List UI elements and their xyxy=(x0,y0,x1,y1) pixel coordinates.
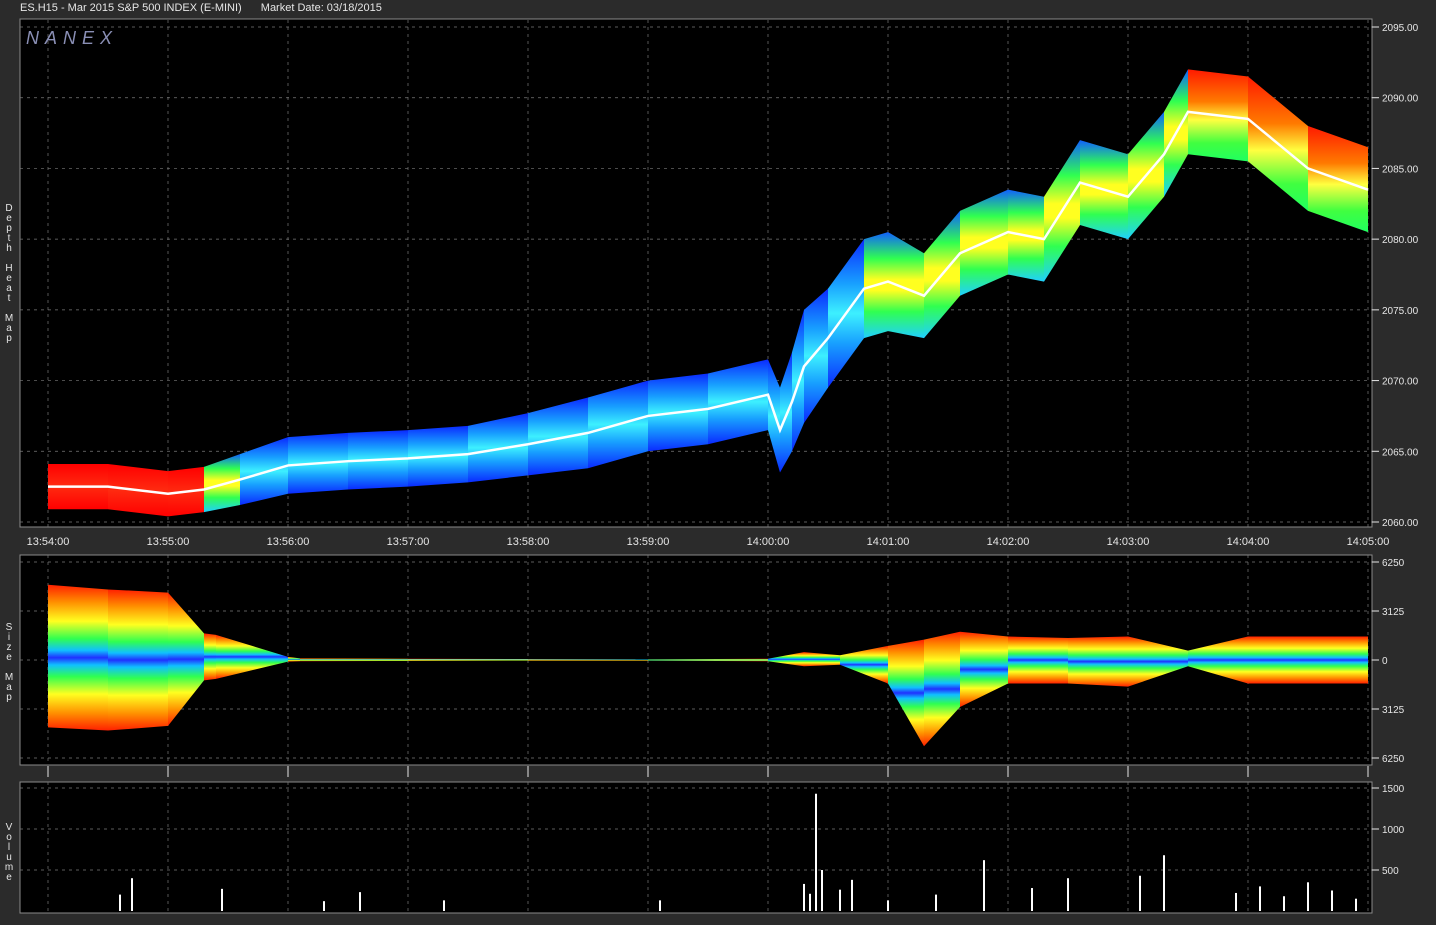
nanex-watermark: NANEX xyxy=(26,28,118,48)
volume-bar xyxy=(983,860,985,911)
volume-bar xyxy=(821,870,823,911)
volume-bar xyxy=(1067,878,1069,911)
size-band-segment xyxy=(1248,636,1308,684)
volume-bar xyxy=(1283,896,1285,911)
volume-bar xyxy=(131,878,133,911)
x-tick-label: 14:02:00 xyxy=(987,536,1030,548)
volume-bar xyxy=(1307,882,1309,911)
x-tick-label: 13:59:00 xyxy=(627,536,670,548)
volume-y-tick-label: 1000 xyxy=(1382,825,1405,836)
size-y-tick-label: 3125 xyxy=(1382,607,1405,618)
size-band-segment xyxy=(1008,636,1068,684)
volume-bar xyxy=(809,893,811,911)
size-band-segment xyxy=(108,589,168,731)
x-tick-label: 14:04:00 xyxy=(1227,536,1270,548)
volume-bar xyxy=(1259,886,1261,911)
size-y-tick-label: 3125 xyxy=(1382,705,1405,716)
volume-bar xyxy=(1163,855,1165,911)
size-band-segment xyxy=(48,584,108,731)
x-tick-label: 13:55:00 xyxy=(147,536,190,548)
size-y-tick-label: 0 xyxy=(1382,656,1388,667)
depth-y-tick-label: 2085.00 xyxy=(1382,164,1419,175)
volume-y-tick-label: 500 xyxy=(1382,866,1399,877)
size-band-segment xyxy=(1308,636,1368,684)
volume-bar xyxy=(935,894,937,911)
volume-bar xyxy=(851,879,853,911)
volume-bar xyxy=(443,900,445,911)
volume-bar xyxy=(221,888,223,911)
x-tick-label: 14:00:00 xyxy=(747,536,790,548)
size-band-segment xyxy=(204,633,216,681)
size-y-tick-label: 6250 xyxy=(1382,754,1405,765)
size-band-segment xyxy=(1068,636,1128,687)
volume-bar xyxy=(1139,875,1141,911)
depth-y-tick-label: 2080.00 xyxy=(1382,235,1419,246)
nanex-chart: 13:54:00 13:55:00 13:56:00 13:57:00 13:58:00… xyxy=(19,18,1419,914)
volume-bar xyxy=(839,889,841,911)
volume-bar xyxy=(359,892,361,911)
x-tick-label: 13:56:00 xyxy=(267,536,310,548)
x-tick-label: 13:58:00 xyxy=(507,536,550,548)
volume-bar xyxy=(815,793,817,911)
size-y-tick-label: 6250 xyxy=(1382,558,1405,569)
volume-bar xyxy=(1331,890,1333,911)
depth-y-tick-label: 2075.00 xyxy=(1382,306,1419,317)
depth-y-tick-label: 2070.00 xyxy=(1382,377,1419,388)
volume-bar xyxy=(1031,888,1033,911)
volume-bar xyxy=(887,900,889,911)
x-tick-label: 13:57:00 xyxy=(387,536,430,548)
volume-bar xyxy=(803,883,805,911)
volume-bar xyxy=(323,901,325,911)
depth-y-tick-label: 2090.00 xyxy=(1382,94,1419,105)
volume-bar xyxy=(659,900,661,911)
volume-bar xyxy=(1235,892,1237,911)
size-band-segment xyxy=(300,658,408,662)
x-tick-label: 14:05:00 xyxy=(1347,536,1390,548)
size-band-segment xyxy=(408,658,528,661)
x-tick-label: 14:01:00 xyxy=(867,536,910,548)
volume-bar xyxy=(1355,898,1357,911)
x-tick-label: 14:03:00 xyxy=(1107,536,1150,548)
volume-y-tick-label: 1500 xyxy=(1382,784,1405,795)
depth-y-tick-label: 2065.00 xyxy=(1382,447,1419,458)
x-tick-label: 13:54:00 xyxy=(27,536,70,548)
depth-y-tick-label: 2060.00 xyxy=(1382,518,1419,529)
volume-bar xyxy=(119,894,121,911)
depth-panel xyxy=(19,18,1373,528)
depth-y-tick-label: 2095.00 xyxy=(1382,23,1419,34)
